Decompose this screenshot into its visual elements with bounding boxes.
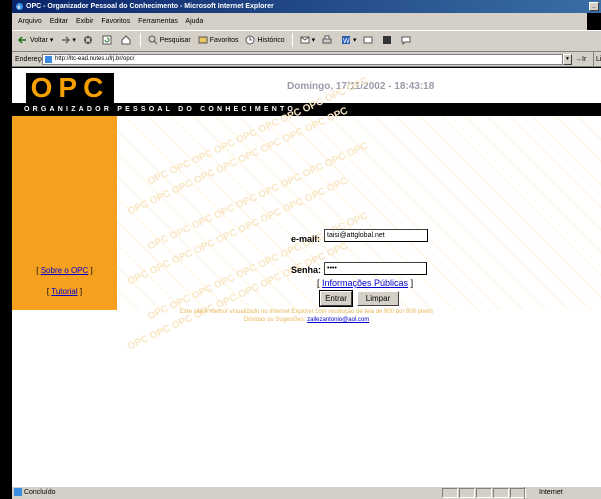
toolbar-separator <box>291 33 293 48</box>
status-text: Concluído <box>14 487 55 499</box>
address-label: Endereço <box>15 56 45 63</box>
security-zone: Internet <box>524 487 601 499</box>
window-title-bar[interactable]: e OPC - Organizador Pessoal do Conhecime… <box>12 0 601 13</box>
search-button[interactable]: Pesquisar <box>148 31 191 51</box>
home-icon <box>121 35 131 45</box>
messenger-button[interactable] <box>382 31 394 51</box>
limpar-button[interactable]: Limpar <box>357 291 399 306</box>
tutorial-link[interactable]: [ Tutorial ] <box>12 287 117 296</box>
go-button[interactable]: →Ir <box>575 52 587 66</box>
minimize-button[interactable]: _ <box>589 2 599 11</box>
page-header: OPC Domingo, 17/11/2002 - 18:43:18 <box>12 68 601 103</box>
address-input[interactable]: http://ltc-ead.nutes.ufrj.br/opc/ <box>42 54 563 65</box>
menu-favoritos[interactable]: Favoritos <box>101 18 130 25</box>
menu-ferramentas[interactable]: Ferramentas <box>138 18 178 25</box>
password-field[interactable]: •••• <box>324 262 427 275</box>
menu-ajuda[interactable]: Ajuda <box>185 18 203 25</box>
back-arrow-icon <box>18 36 26 44</box>
email-field[interactable]: taisi@attglobal.net <box>324 229 428 242</box>
public-info-label: Informações Públicas <box>322 278 409 288</box>
password-label: Senha: <box>291 265 322 275</box>
messenger-icon <box>383 36 392 45</box>
word-icon: W <box>342 36 351 45</box>
status-cells <box>442 488 527 499</box>
ie-icon: e <box>15 2 24 11</box>
contact-line: Dúvidas ou Sugestões: zallezantonio@aol.… <box>12 317 601 323</box>
page-icon <box>45 56 52 63</box>
print-icon <box>322 35 332 44</box>
address-dropdown-button[interactable]: ▼ <box>563 54 572 65</box>
toolbar-separator <box>139 33 141 48</box>
favorites-label: Favoritos <box>209 37 239 44</box>
svg-text:W: W <box>343 38 350 45</box>
stop-icon <box>83 36 92 45</box>
discuss-icon <box>363 36 373 44</box>
favorites-button[interactable]: Favoritos <box>198 31 239 51</box>
windows-logo-throbber <box>587 13 601 30</box>
favorites-icon <box>198 36 208 44</box>
menu-arquivo[interactable]: Arquivo <box>18 18 42 25</box>
standard-toolbar: Voltar ▾ ▾ Pesquisar Favoritos Histórico… <box>12 30 601 52</box>
mail-icon <box>300 36 310 44</box>
opc-logo: OPC <box>26 73 114 103</box>
go-label: Ir <box>582 56 587 63</box>
mail-button[interactable]: ▾ <box>300 31 315 51</box>
about-opc-link[interactable]: [ Sobre o OPC ] <box>12 266 117 275</box>
address-bar: Endereço http://ltc-ead.nutes.ufrj.br/op… <box>12 52 601 67</box>
menu-exibir[interactable]: Exibir <box>76 18 94 25</box>
forward-arrow-icon <box>62 36 71 44</box>
menu-editar[interactable]: Editar <box>50 18 68 25</box>
status-bar: Concluído Internet <box>12 486 601 499</box>
chat-icon <box>401 36 411 46</box>
forward-button[interactable]: ▾ <box>60 31 76 51</box>
history-button[interactable]: Histórico <box>245 31 285 51</box>
back-button[interactable]: Voltar ▾ <box>18 31 53 51</box>
window-title: OPC - Organizador Pessoal do Conheciment… <box>26 3 274 10</box>
resolution-note: Este site é melhor visualizado no Intern… <box>179 309 434 315</box>
stop-button[interactable] <box>83 31 95 51</box>
tutorial-label: Tutorial <box>51 287 78 296</box>
page-done-icon <box>14 488 22 497</box>
related-button[interactable] <box>401 31 413 51</box>
refresh-button[interactable] <box>102 31 114 51</box>
contact-prefix: Dúvidas ou Sugestões: <box>243 317 306 323</box>
about-opc-label: Sobre o OPC <box>40 266 89 275</box>
status-label: Concluído <box>23 489 56 496</box>
background-watermark: OPC OPC OPC OPC OPC OPC OPC OPC OPC OPC <box>125 240 350 353</box>
home-button[interactable] <box>121 31 133 51</box>
entrar-button[interactable]: Entrar <box>319 290 353 307</box>
left-sidebar: [ Sobre o OPC ] [ Tutorial ] <box>12 116 117 310</box>
history-label: Histórico <box>257 37 285 44</box>
email-label: e-mail: <box>291 234 321 244</box>
discuss-button[interactable] <box>363 31 375 51</box>
public-info-link[interactable]: [ Informações Públicas ] <box>317 278 413 288</box>
address-url: http://ltc-ead.nutes.ufrj.br/opc/ <box>55 56 135 62</box>
print-button[interactable] <box>322 31 334 51</box>
edit-button[interactable]: W ▾ <box>341 31 357 51</box>
contact-email-link[interactable]: zallezantonio@aol.com <box>307 317 369 323</box>
svg-text:e: e <box>17 3 20 11</box>
history-icon <box>245 35 255 45</box>
refresh-icon <box>102 35 112 45</box>
links-toolbar[interactable]: Lin <box>593 52 601 66</box>
menu-bar: Arquivo Editar Exibir Favoritos Ferramen… <box>12 13 601 30</box>
back-label: Voltar <box>30 37 48 44</box>
zone-label: Internet <box>539 489 563 496</box>
search-icon <box>148 35 157 45</box>
web-page: OPC Domingo, 17/11/2002 - 18:43:18 ORGAN… <box>12 68 601 486</box>
search-label: Pesquisar <box>159 37 191 44</box>
